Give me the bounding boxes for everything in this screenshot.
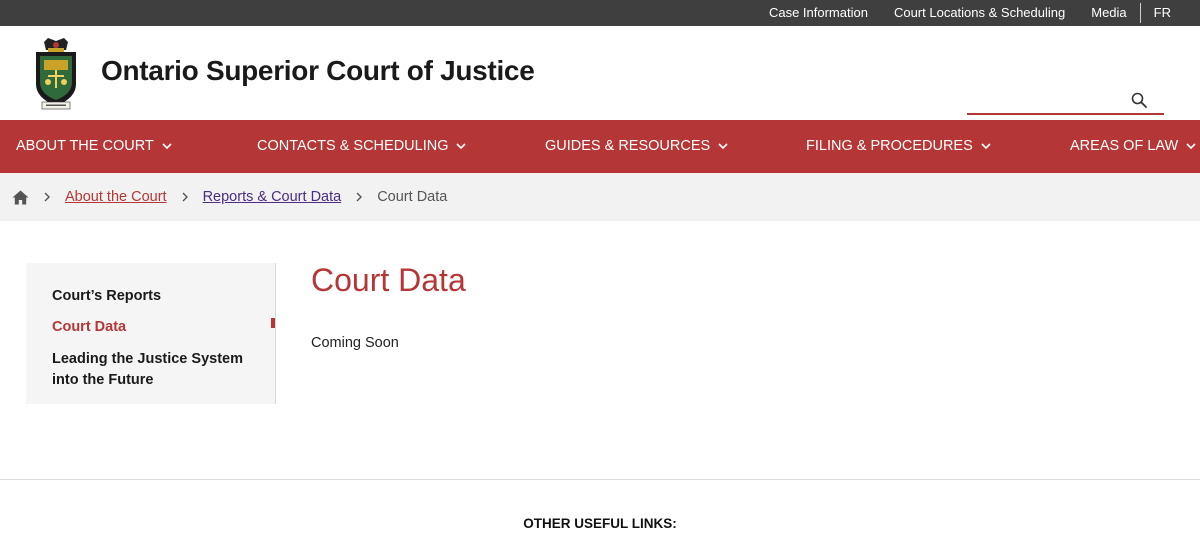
nav-label: FILING & PROCEDURES [806, 138, 973, 154]
breadcrumb-current: Court Data [377, 189, 448, 205]
active-indicator [271, 318, 275, 328]
chevron-right-icon [44, 192, 50, 202]
search-input[interactable] [967, 86, 1132, 112]
site-header: Ontario Superior Court of Justice [0, 26, 1200, 120]
main-navigation: ABOUT THE COURT CONTACTS & SCHEDULING GU… [0, 120, 1200, 173]
breadcrumb-about-the-court[interactable]: About the Court [65, 189, 167, 205]
sidebar-item-courts-reports[interactable]: Court’s Reports [52, 286, 252, 307]
chevron-right-icon [356, 192, 363, 202]
court-locations-link[interactable]: Court Locations & Scheduling [881, 0, 1078, 26]
nav-contacts-scheduling[interactable]: CONTACTS & SCHEDULING [257, 120, 467, 173]
main-content: Court’s Reports Court Data Leading the J… [0, 221, 1200, 479]
nav-filing-procedures[interactable]: FILING & PROCEDURES [806, 120, 991, 173]
court-crest-icon[interactable] [30, 36, 82, 112]
site-title[interactable]: Ontario Superior Court of Justice [101, 55, 535, 87]
sidebar-item-court-data[interactable]: Court Data [52, 317, 252, 338]
chevron-down-icon [718, 143, 728, 150]
nav-label: GUIDES & RESOURCES [545, 138, 711, 154]
other-useful-links-heading: OTHER USEFUL LINKS: [523, 516, 677, 531]
nav-guides-resources[interactable]: GUIDES & RESOURCES [545, 120, 728, 173]
breadcrumb: About the Court Reports & Court Data Cou… [0, 173, 1200, 221]
breadcrumb-reports-court-data[interactable]: Reports & Court Data [203, 189, 342, 205]
nav-label: ABOUT THE COURT [16, 138, 154, 154]
nav-label: CONTACTS & SCHEDULING [257, 138, 449, 154]
utility-bar: Case Information Court Locations & Sched… [0, 0, 1200, 26]
search-icon[interactable] [1131, 92, 1147, 108]
chevron-down-icon [456, 143, 467, 150]
case-information-link[interactable]: Case Information [756, 0, 881, 26]
nav-label: AREAS OF LAW [1070, 138, 1179, 154]
page-title: Court Data [311, 262, 466, 298]
footer: OTHER USEFUL LINKS: [0, 479, 1200, 547]
chevron-down-icon [162, 143, 172, 150]
chevron-down-icon [981, 143, 991, 150]
chevron-right-icon [182, 192, 188, 202]
home-icon[interactable] [12, 190, 29, 205]
nav-areas-of-law[interactable]: AREAS OF LAW [1070, 120, 1196, 173]
body-text: Coming Soon [311, 335, 399, 351]
nav-about-the-court[interactable]: ABOUT THE COURT [16, 120, 172, 173]
chevron-down-icon [1186, 143, 1196, 150]
search-box [967, 82, 1164, 115]
media-link[interactable]: Media [1078, 0, 1139, 26]
french-language-link[interactable]: FR [1141, 0, 1184, 26]
side-navigation: Court’s Reports Court Data Leading the J… [26, 263, 276, 404]
sidebar-item-leading-the-justice-system[interactable]: Leading the Justice System into the Futu… [52, 349, 252, 391]
